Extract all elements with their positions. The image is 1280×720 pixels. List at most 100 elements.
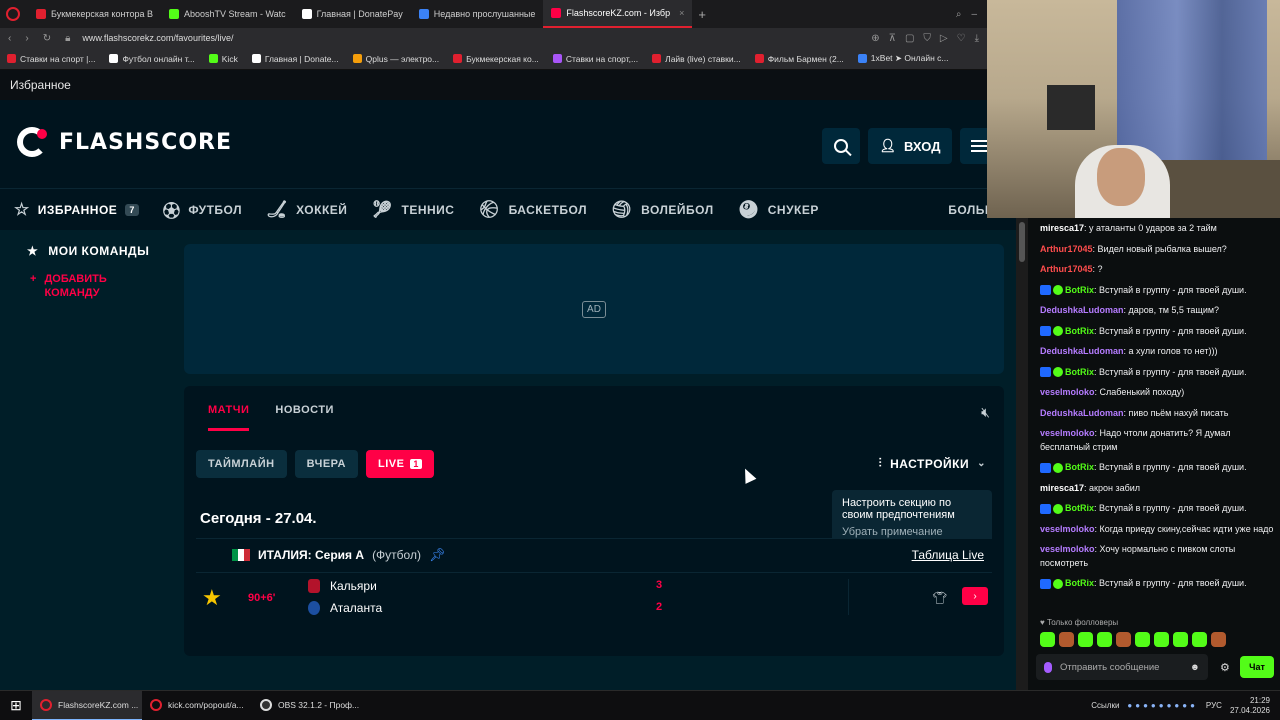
chat-username[interactable]: BotRix: [1065, 503, 1094, 513]
sport-tab[interactable]: 🏒︎ ХОККЕЙ: [252, 200, 357, 220]
chat-username[interactable]: veselmoloko: [1040, 387, 1095, 397]
download-icon[interactable]: ⤓: [975, 33, 979, 44]
ad-banner[interactable]: AD: [184, 244, 1004, 374]
login-button[interactable]: 👤︎ ВХОД: [868, 128, 952, 164]
taskbar-app[interactable]: kick.com/popout/a...: [142, 691, 252, 720]
windows-start-icon[interactable]: ⊞: [0, 691, 32, 720]
chat-username[interactable]: BotRix: [1065, 578, 1094, 588]
chat-username[interactable]: veselmoloko: [1040, 524, 1095, 534]
tab-favicon-icon: [551, 8, 562, 18]
page-scrollbar[interactable]: [1016, 218, 1028, 690]
opera-logo-icon[interactable]: [6, 7, 20, 21]
emote-icon[interactable]: [1135, 632, 1150, 647]
bookmark-item[interactable]: Футбол онлайн т...: [102, 54, 201, 64]
chat-username[interactable]: DedushkaLudoman: [1040, 346, 1124, 356]
bookmark-item[interactable]: Букмекерская ко...: [446, 54, 546, 64]
search-button[interactable]: [822, 128, 860, 164]
chat-username[interactable]: DedushkaLudoman: [1040, 408, 1124, 418]
add-team-link[interactable]: + ДОБАВИТЬ КОМАНДУ: [0, 258, 180, 300]
live-table-link[interactable]: Таблица Live: [912, 548, 984, 562]
pin-icon[interactable]: ⊼: [889, 33, 896, 44]
chat-username[interactable]: DedushkaLudoman: [1040, 305, 1124, 315]
snapshot-icon[interactable]: ▢: [905, 33, 914, 44]
chat-settings-icon[interactable]: ⚙: [1220, 661, 1230, 674]
emote-icon[interactable]: [1154, 632, 1169, 647]
back-icon[interactable]: ‹: [8, 33, 11, 44]
bookmark-item[interactable]: 1xBet ➤ Онлайн с...: [851, 53, 956, 64]
bookmark-item[interactable]: Лайв (live) ставки...: [645, 54, 748, 64]
chat-username[interactable]: veselmoloko: [1040, 544, 1095, 554]
bookmark-item[interactable]: Kick: [202, 54, 245, 64]
emote-icon[interactable]: [1173, 632, 1188, 647]
lineup-shirt-icon[interactable]: 👕︎: [932, 591, 947, 605]
chat-username[interactable]: BotRix: [1065, 326, 1094, 336]
sport-tab[interactable]: ⚽︎ ФУТБОЛ: [149, 197, 252, 222]
filter-live-button[interactable]: LIVE 1: [365, 450, 434, 478]
sound-muted-icon[interactable]: 🔇︎: [981, 404, 990, 421]
chat-username[interactable]: Arthur17045: [1040, 264, 1093, 274]
chat-username[interactable]: BotRix: [1065, 285, 1094, 295]
filter-timeline-button[interactable]: ТАЙМЛАЙН: [196, 450, 287, 478]
browser-tab[interactable]: Букмекерская контора В: [28, 0, 161, 28]
pin-icon[interactable]: 📌︎: [429, 547, 446, 563]
zoom-icon[interactable]: ⊕: [871, 33, 879, 44]
links-label[interactable]: Ссылки: [1091, 701, 1119, 710]
filter-yesterday-button[interactable]: ВЧЕРА: [294, 450, 358, 478]
league-header[interactable]: ИТАЛИЯ: Серия А (Футбол) 📌︎ Таблица Live: [196, 538, 992, 570]
chat-username[interactable]: veselmoloko: [1040, 428, 1095, 438]
tooltip-dismiss-link[interactable]: Убрать примечание: [842, 526, 982, 538]
scrollbar-thumb[interactable]: [1019, 222, 1025, 262]
forward-icon[interactable]: ›: [25, 33, 28, 44]
emoji-icon[interactable]: ☻: [1190, 662, 1200, 673]
player-icon[interactable]: ▷: [940, 33, 948, 44]
search-tabs-icon[interactable]: ⌕: [956, 9, 962, 20]
taskbar-app[interactable]: OBS 32.1.2 - Проф...: [252, 691, 362, 720]
bookmark-item[interactable]: Ставки на спорт |...: [0, 54, 102, 64]
bookmark-item[interactable]: Фильм Бармен (2...: [748, 54, 851, 64]
match-row[interactable]: ★ 90+6' Кальяри Аталанта 3 2 👕︎ ›: [196, 572, 992, 624]
chat-username[interactable]: BotRix: [1065, 367, 1094, 377]
favourite-star-icon[interactable]: ★: [202, 585, 222, 611]
sport-tab[interactable]: ☆︎ ИЗБРАННОЕ 7: [0, 200, 149, 220]
emote-icon[interactable]: [1192, 632, 1207, 647]
browser-tab[interactable]: Недавно прослушанные: [411, 0, 544, 28]
shield-icon[interactable]: ⛉: [923, 33, 931, 44]
chat-username[interactable]: BotRix: [1065, 462, 1094, 472]
emote-icon[interactable]: [1059, 632, 1074, 647]
match-detail-button[interactable]: ›: [962, 587, 988, 605]
sport-tab[interactable]: 🏐︎ ВОЛЕЙБОЛ: [597, 200, 724, 220]
sport-tab[interactable]: 🎱︎ СНУКЕР: [724, 200, 829, 220]
bookmark-item[interactable]: Главная | Donate...: [245, 54, 346, 64]
browser-tab[interactable]: Главная | DonatePay: [294, 0, 411, 28]
bookmark-item[interactable]: Ставки на спорт,...: [546, 54, 645, 64]
tray-icons[interactable]: ●●●●●●●●●: [1127, 701, 1198, 710]
bookmark-item[interactable]: Qplus — электро...: [346, 54, 447, 64]
sport-tab[interactable]: 🏀︎ БАСКЕТБОЛ: [464, 200, 597, 220]
chat-username[interactable]: mirescа17: [1040, 483, 1084, 493]
emote-icon[interactable]: [1211, 632, 1226, 647]
close-tab-icon[interactable]: ×: [679, 8, 684, 18]
chat-username[interactable]: Arthur17045: [1040, 244, 1093, 254]
emote-icon[interactable]: [1097, 632, 1112, 647]
tab-news[interactable]: НОВОСТИ: [275, 404, 334, 431]
chat-username[interactable]: mirescа17: [1040, 223, 1084, 233]
chat-input[interactable]: Отправить сообщение ☻: [1036, 654, 1208, 680]
flashscore-logo[interactable]: FLASHSCORE: [15, 125, 232, 159]
browser-tab[interactable]: AbooshTV Stream - Watc: [161, 0, 294, 28]
emote-icon[interactable]: [1078, 632, 1093, 647]
emote-icon[interactable]: [1040, 632, 1055, 647]
bookmark-heart-icon[interactable]: ♡: [957, 33, 966, 44]
new-tab-icon[interactable]: +: [698, 7, 706, 22]
chat-send-button[interactable]: Чат: [1240, 656, 1274, 678]
emote-icon[interactable]: [1116, 632, 1131, 647]
taskbar-app[interactable]: FlashscoreKZ.com ...: [32, 690, 142, 720]
clock[interactable]: 21:29 27.04.2026: [1230, 696, 1270, 716]
url-field[interactable]: www.flashscorekz.com/favourites/live/: [82, 33, 233, 43]
language-indicator[interactable]: РУС: [1206, 701, 1222, 710]
sport-tab[interactable]: 🎾︎ ТЕННИС: [357, 200, 464, 220]
settings-button[interactable]: ⫶ НАСТРОЙКИ ⌄: [879, 456, 986, 471]
browser-tab[interactable]: FlashscoreKZ.com - Избр ×: [543, 0, 693, 28]
tab-matches[interactable]: МАТЧИ: [208, 404, 250, 431]
minimize-icon[interactable]: –: [971, 9, 977, 20]
reload-icon[interactable]: ↻: [43, 33, 51, 44]
